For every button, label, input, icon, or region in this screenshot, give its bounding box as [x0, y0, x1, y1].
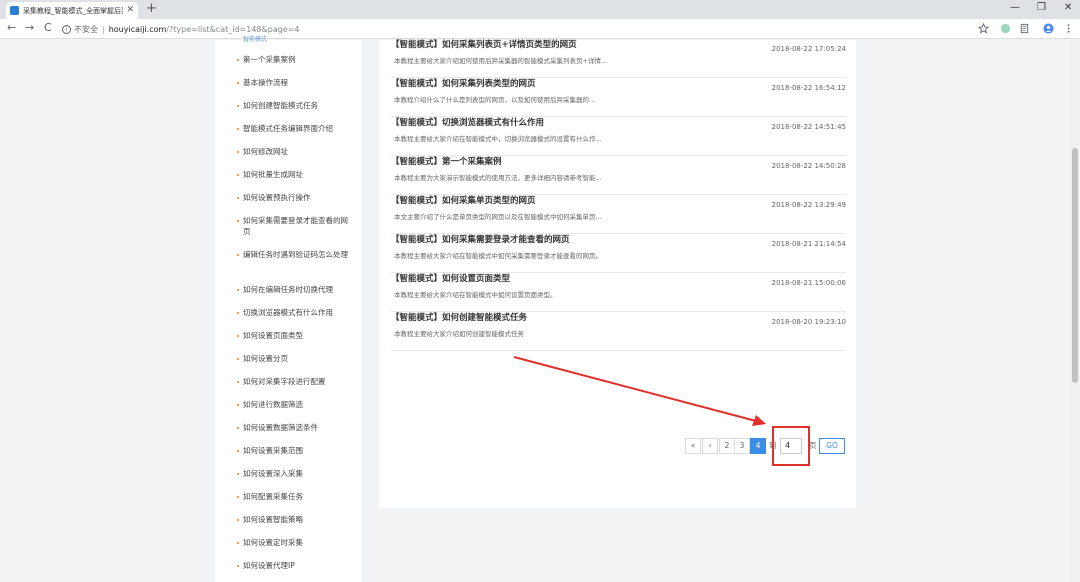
sidebar-item[interactable]: 如何在编辑任务时切换代理 [237, 284, 353, 295]
sidebar-item[interactable]: 如何设置代理IP [237, 560, 353, 571]
annotation-highlight-box [772, 426, 810, 466]
sidebar-item[interactable]: 如何创建智能模式任务 [237, 100, 353, 111]
sidebar-item[interactable]: 切换浏览器模式有什么作用 [237, 307, 353, 318]
article-entry[interactable]: 【智能模式】第一个采集案例 本教程主要为大家演示智能模式的使用方法，更多详细内容… [391, 155, 846, 195]
page-scrollbar[interactable] [1070, 40, 1080, 582]
sidebar-item[interactable]: 如何设置分页 [237, 353, 353, 364]
tab-title: 采集教程_智能模式_全面掌握后羿... [23, 6, 123, 15]
window-close-icon[interactable]: ✕ [1064, 2, 1072, 14]
info-icon[interactable]: i [62, 24, 71, 34]
url-separator: | [102, 24, 105, 34]
page-unit-label: 页 [809, 441, 817, 450]
article-desc: 本教程主要给大家介绍在智能模式中如何采集需要登录才能查看的网页。 [394, 252, 602, 260]
tab-close-icon[interactable]: ✕ [126, 6, 134, 15]
article-title[interactable]: 【智能模式】切换浏览器模式有什么作用 [391, 116, 544, 128]
sidebar-item[interactable]: 如何批量生成网址 [237, 169, 353, 180]
article-title[interactable]: 【智能模式】如何设置页面类型 [391, 272, 510, 284]
extension-icon[interactable] [1000, 23, 1011, 34]
article-title[interactable]: 【智能模式】如何采集列表页+详情页类型的网页 [391, 38, 577, 50]
article-entry[interactable]: 【智能模式】如何采集需要登录才能查看的网页 本教程主要给大家介绍在智能模式中如何… [391, 233, 846, 273]
article-title[interactable]: 【智能模式】第一个采集案例 [391, 155, 502, 167]
article-desc: 本文主要介绍了什么是单页类型的网页以及在智能模式中如何采集单页... [394, 213, 602, 221]
browser-toolbar: ← → C i 不安全 | houyicaiji.com /?type=list… [0, 19, 1080, 39]
url-path: /?type=list&cat_id=148&page=4 [166, 24, 300, 34]
sidebar-item[interactable]: 智能模式任务编辑界面介绍 [237, 123, 353, 134]
go-button[interactable]: GO [819, 438, 845, 454]
article-date: 2018-08-22 14:51:45 [771, 123, 846, 131]
sidebar-item[interactable]: 如何设置深入采集 [237, 468, 353, 479]
article-desc: 本教程主要给大家介绍在智能模式中，切换浏览器模式的设置有什么作... [394, 135, 602, 143]
sidebar-item[interactable]: 如何设置智能策略 [237, 514, 353, 525]
article-date: 2018-08-22 17:05:24 [771, 45, 846, 53]
article-title[interactable]: 【智能模式】如何采集单页类型的网页 [391, 194, 536, 206]
star-icon[interactable] [978, 23, 989, 34]
security-label: 不安全 [74, 24, 98, 34]
article-title[interactable]: 【智能模式】如何采集列表类型的网页 [391, 77, 536, 89]
sidebar-item[interactable]: 第一个采集案例 [237, 54, 353, 65]
sidebar: 智能模式 第一个采集案例 基本操作流程 如何创建智能模式任务 智能模式任务编辑界… [215, 36, 362, 582]
reader-icon[interactable] [1019, 23, 1030, 34]
sidebar-item[interactable]: 如何设置页面类型 [237, 330, 353, 341]
sidebar-item[interactable]: 如何进行数据筛选 [237, 399, 353, 410]
article-date: 2018-08-21 21:14:54 [771, 240, 846, 248]
sidebar-item[interactable]: 如何设置数据筛选条件 [237, 422, 353, 433]
article-desc: 本教程主要给大家介绍如何创建智能模式任务 [394, 330, 524, 338]
page-button-current[interactable]: 4 [750, 438, 766, 454]
address-bar[interactable]: i 不安全 | houyicaiji.com /?type=list&cat_i… [62, 21, 967, 37]
sidebar-section-label: 智能模式 [243, 36, 268, 43]
article-date: 2018-08-20 19:23:10 [771, 318, 846, 326]
back-icon[interactable]: ← [7, 22, 16, 34]
scroll-thumb[interactable] [1072, 148, 1078, 383]
menu-icon[interactable] [1063, 23, 1074, 34]
article-date: 2018-08-22 13:29:49 [771, 201, 846, 209]
article-entry[interactable]: 【智能模式】切换浏览器模式有什么作用 本教程主要给大家介绍在智能模式中，切换浏览… [391, 116, 846, 156]
article-desc: 本教程主要为大家演示智能模式的使用方法，更多详细内容请参考智能... [394, 174, 602, 182]
first-page-button[interactable]: « [685, 438, 701, 454]
article-entry[interactable]: 【智能模式】如何创建智能模式任务 本教程主要给大家介绍如何创建智能模式任务 20… [391, 311, 846, 351]
browser-tab[interactable]: 采集教程_智能模式_全面掌握后羿... ✕ [6, 2, 138, 19]
profile-icon[interactable] [1043, 23, 1054, 34]
article-date: 2018-08-22 16:54:12 [771, 84, 846, 92]
article-entry[interactable]: 【智能模式】如何设置页面类型 本教程主要给大家介绍在智能模式中如何设置页面类型。… [391, 272, 846, 312]
article-date: 2018-08-21 15:00:06 [771, 279, 846, 287]
prev-page-button[interactable]: ‹ [702, 438, 718, 454]
sidebar-item[interactable]: 如何设置预执行操作 [237, 192, 353, 203]
article-title[interactable]: 【智能模式】如何创建智能模式任务 [391, 311, 527, 323]
article-entry[interactable]: 【智能模式】如何采集列表类型的网页 本教程介绍什么了什么是列表型的网页，以及如何… [391, 77, 846, 117]
sidebar-item[interactable]: 如何修改网址 [237, 146, 353, 157]
sidebar-item[interactable]: 编辑任务时遇到验证码怎么处理 [237, 249, 353, 260]
new-tab-button[interactable]: + [146, 2, 157, 16]
article-date: 2018-08-22 14:50:28 [771, 162, 846, 170]
article-title[interactable]: 【智能模式】如何采集需要登录才能查看的网页 [391, 233, 570, 245]
forward-icon[interactable]: → [25, 22, 34, 34]
sidebar-item[interactable]: 如何采集需要登录才能查看的网页 [237, 215, 353, 237]
sidebar-item[interactable]: 如何对采集字段进行配置 [237, 376, 353, 387]
url-host: houyicaiji.com [108, 24, 167, 34]
browser-tab-strip: 采集教程_智能模式_全面掌握后羿... ✕ + — ❐ ✕ [0, 0, 1080, 19]
article-entry[interactable]: 【智能模式】如何采集单页类型的网页 本文主要介绍了什么是单页类型的网页以及在智能… [391, 194, 846, 234]
page-content: 智能模式 第一个采集案例 基本操作流程 如何创建智能模式任务 智能模式任务编辑界… [0, 36, 1070, 582]
page-button-2[interactable]: 2 [719, 438, 735, 454]
restore-icon[interactable]: ❐ [1037, 2, 1046, 14]
minimize-icon[interactable]: — [1010, 2, 1020, 14]
sidebar-item[interactable]: 如何设置定时采集 [237, 537, 353, 548]
article-entry[interactable]: 【智能模式】如何采集列表页+详情页类型的网页 本教程主要给大家介绍如何使用后羿采… [391, 38, 846, 78]
sidebar-item[interactable]: 基本操作流程 [237, 77, 353, 88]
reload-icon[interactable]: C [44, 22, 52, 34]
article-desc: 本教程主要给大家介绍在智能模式中如何设置页面类型。 [394, 291, 557, 299]
sidebar-item[interactable]: 如何设置采集范围 [237, 445, 353, 456]
article-desc: 本教程介绍什么了什么是列表型的网页，以及如何使用后羿采集器的... [394, 96, 596, 104]
sidebar-item[interactable]: 如何配置采集任务 [237, 491, 353, 502]
page-button-3[interactable]: 3 [734, 438, 750, 454]
article-desc: 本教程主要给大家介绍如何使用后羿采集器的智能模式采集列表页+详情... [394, 57, 608, 65]
site-favicon-icon [10, 6, 19, 15]
